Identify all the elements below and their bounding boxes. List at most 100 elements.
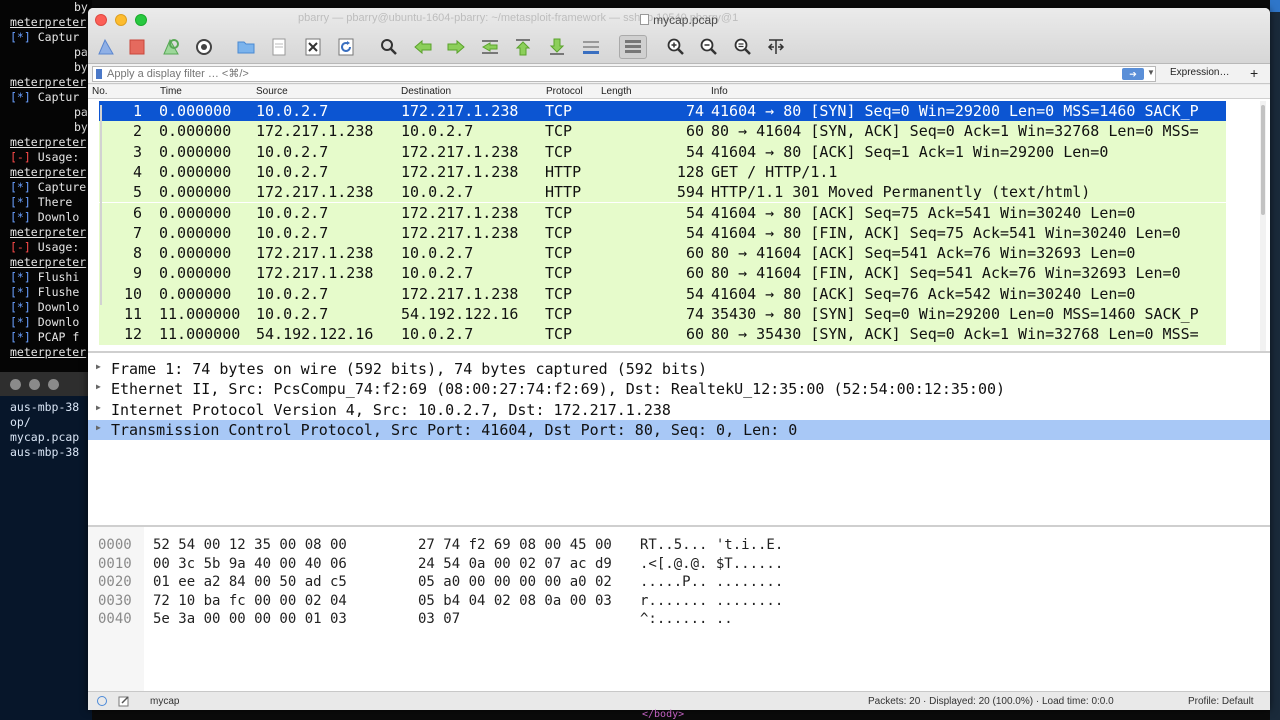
zoom-in-icon[interactable]	[665, 36, 687, 58]
terminal-line: [*] Flushe	[0, 285, 92, 300]
packet-time: 0.000000	[159, 183, 232, 202]
expand-arrow-icon[interactable]: ▶	[96, 423, 101, 432]
go-first-icon[interactable]	[512, 36, 534, 58]
packet-info: 80 → 41604 [FIN, ACK] Seq=541 Ack=76 Win…	[711, 264, 1181, 283]
column-protocol[interactable]: Protocol	[546, 86, 583, 97]
hex-row[interactable]: 0010 00 3c 5b 9a 40 00 40 06 24 54 0a 00 0…	[88, 556, 1270, 574]
packet-list-header: No. Time Source Destination Protocol Len…	[88, 85, 1270, 99]
packet-list-scroll-thumb[interactable]	[1261, 105, 1265, 215]
hex-row[interactable]: 0020 01 ee a2 84 00 50 ad c5 05 a0 00 00 0…	[88, 574, 1270, 592]
packet-no: 5	[132, 183, 142, 202]
packet-row[interactable]: 12 11.000000 54.192.122.16 10.0.2.7 TCP 60 80 …	[99, 324, 1226, 345]
terminal-text: Downlo	[37, 315, 80, 329]
packet-src: 172.217.1.238	[256, 244, 374, 263]
detail-text: Internet Protocol Version 4, Src: 10.0.2…	[111, 400, 671, 419]
terminal-status-tag: [*]	[10, 330, 31, 344]
expand-arrow-icon[interactable]: ▶	[96, 362, 101, 371]
zoom-reset-icon[interactable]	[732, 36, 754, 58]
desktop-background-accent	[1270, 0, 1280, 12]
packet-row[interactable]: 4 0.000000 10.0.2.7 172.217.1.238 HTTP 128 GET…	[99, 161, 1226, 183]
packet-info: 80 → 35430 [SYN, ACK] Seq=0 Ack=1 Win=32…	[711, 325, 1199, 344]
terminal-line: meterpreter	[10, 165, 87, 179]
packet-row[interactable]: 10 0.000000 10.0.2.7 172.217.1.238 TCP 54 4160…	[99, 283, 1226, 304]
packet-no: 8	[132, 244, 142, 263]
filter-bookmark-icon[interactable]	[96, 69, 102, 79]
packet-row[interactable]: 3 0.000000 10.0.2.7 172.217.1.238 TCP 54 41604…	[99, 141, 1226, 162]
hex-row[interactable]: 0000 52 54 00 12 35 00 08 00 27 74 f2 69 0…	[88, 537, 1270, 555]
packet-row[interactable]: 8 0.000000 172.217.1.238 10.0.2.7 TCP 60 80 → …	[99, 243, 1226, 264]
desktop-background	[1270, 0, 1280, 720]
apply-filter-button[interactable]: ➔	[1122, 68, 1144, 80]
colorize-icon[interactable]	[619, 35, 647, 59]
hex-row[interactable]: 0040 5e 3a 00 00 00 00 01 03 03 07 ^:......…	[88, 611, 1270, 629]
terminal-line: [*] Flushi	[0, 270, 92, 285]
open-folder-icon[interactable]	[235, 36, 257, 58]
add-filter-button[interactable]: +	[1250, 65, 1258, 81]
autoscroll-icon[interactable]	[580, 36, 602, 58]
reload-icon[interactable]	[335, 36, 357, 58]
filter-history-dropdown[interactable]: ▼	[1147, 68, 1155, 77]
expression-button[interactable]: Expression…	[1170, 67, 1229, 78]
file-icon[interactable]	[268, 36, 290, 58]
column-info[interactable]: Info	[711, 86, 728, 97]
stop-capture-icon[interactable]	[126, 36, 148, 58]
packet-info: HTTP/1.1 301 Moved Permanently (text/htm…	[711, 183, 1091, 202]
detail-text: Transmission Control Protocol, Src Port:…	[111, 421, 798, 440]
column-length[interactable]: Length	[601, 86, 632, 97]
detail-tree-item[interactable]: ▶ Transmission Control Protocol, Src Port…	[88, 420, 1270, 441]
capture-options-icon[interactable]	[193, 36, 215, 58]
close-file-icon[interactable]	[302, 36, 324, 58]
go-forward-icon[interactable]	[445, 36, 467, 58]
go-back-icon[interactable]	[412, 36, 434, 58]
ascii-bytes: .<[.@.@. $T......	[640, 555, 784, 572]
packet-counts: Packets: 20 · Displayed: 20 (100.0%) · L…	[868, 696, 1114, 707]
capture-comment-icon[interactable]	[118, 695, 130, 707]
shark-fin-start-icon[interactable]	[95, 36, 117, 58]
terminal-line: [-] Usage:	[0, 240, 92, 255]
go-to-packet-icon[interactable]	[479, 36, 501, 58]
packet-row[interactable]: 9 0.000000 172.217.1.238 10.0.2.7 TCP 60 80 → …	[99, 263, 1226, 284]
packet-src: 10.0.2.7	[256, 203, 329, 222]
packet-row-selected[interactable]: 1 0.000000 10.0.2.7 172.217.1.238 TCP 74 41604…	[99, 101, 1226, 122]
packet-no: 3	[132, 142, 142, 161]
terminal-line: [-] Usage:	[0, 150, 92, 165]
expand-arrow-icon[interactable]: ▶	[96, 403, 101, 412]
packet-dst: 10.0.2.7	[401, 244, 474, 263]
hex-offset: 0030	[98, 592, 132, 609]
packet-list: No. Time Source Destination Protocol Len…	[88, 85, 1270, 351]
column-time[interactable]: Time	[160, 86, 182, 97]
restart-capture-icon[interactable]	[160, 36, 182, 58]
zoom-out-icon[interactable]	[698, 36, 720, 58]
packet-src: 10.0.2.7	[256, 223, 329, 242]
profile-selector[interactable]: Profile: Default	[1188, 696, 1254, 707]
detail-tree-item[interactable]: ▶ Internet Protocol Version 4, Src: 10.0.…	[88, 400, 1270, 420]
find-packet-icon[interactable]	[378, 36, 400, 58]
packet-no: 4	[132, 162, 142, 181]
packet-row[interactable]: 2 0.000000 172.217.1.238 10.0.2.7 TCP 60 80 → …	[99, 121, 1226, 142]
detail-tree-item[interactable]: ▶ Frame 1: 74 bytes on wire (592 bits), 7…	[88, 359, 1270, 379]
column-source[interactable]: Source	[256, 86, 288, 97]
column-destination[interactable]: Destination	[401, 86, 451, 97]
go-last-icon[interactable]	[546, 36, 568, 58]
packet-dst: 172.217.1.238	[401, 203, 519, 222]
packet-row[interactable]: 7 0.000000 10.0.2.7 172.217.1.238 TCP 54 41604…	[99, 222, 1226, 244]
packet-no: 2	[132, 122, 142, 141]
terminal-status-tag: [*]	[10, 210, 31, 224]
terminal-line: by	[74, 60, 88, 74]
main-toolbar	[88, 32, 1270, 62]
packet-proto: TCP	[545, 264, 573, 283]
packet-row[interactable]: 6 0.000000 10.0.2.7 172.217.1.238 TCP 54 41604…	[99, 202, 1226, 223]
packet-row[interactable]: 11 11.000000 10.0.2.7 54.192.122.16 TCP 74 354…	[99, 304, 1226, 325]
packet-len: 54	[685, 284, 704, 303]
display-filter-input[interactable]	[92, 66, 1156, 82]
resize-columns-icon[interactable]	[765, 36, 787, 58]
expand-arrow-icon[interactable]: ▶	[96, 382, 101, 391]
hex-row[interactable]: 0030 72 10 ba fc 00 00 02 04 05 b4 04 02 0…	[88, 593, 1270, 611]
detail-tree-item[interactable]: ▶ Ethernet II, Src: PcsCompu_74:f2:69 (08…	[88, 379, 1270, 399]
packet-no: 12	[123, 325, 142, 344]
expert-info-icon[interactable]	[97, 696, 107, 706]
column-no[interactable]: No.	[92, 86, 108, 97]
packet-row[interactable]: 5 0.000000 172.217.1.238 10.0.2.7 HTTP 594 HTT…	[99, 182, 1226, 203]
packet-info: 41604 → 80 [ACK] Seq=75 Ack=541 Win=3024…	[711, 203, 1136, 222]
packet-src: 10.0.2.7	[256, 102, 329, 120]
